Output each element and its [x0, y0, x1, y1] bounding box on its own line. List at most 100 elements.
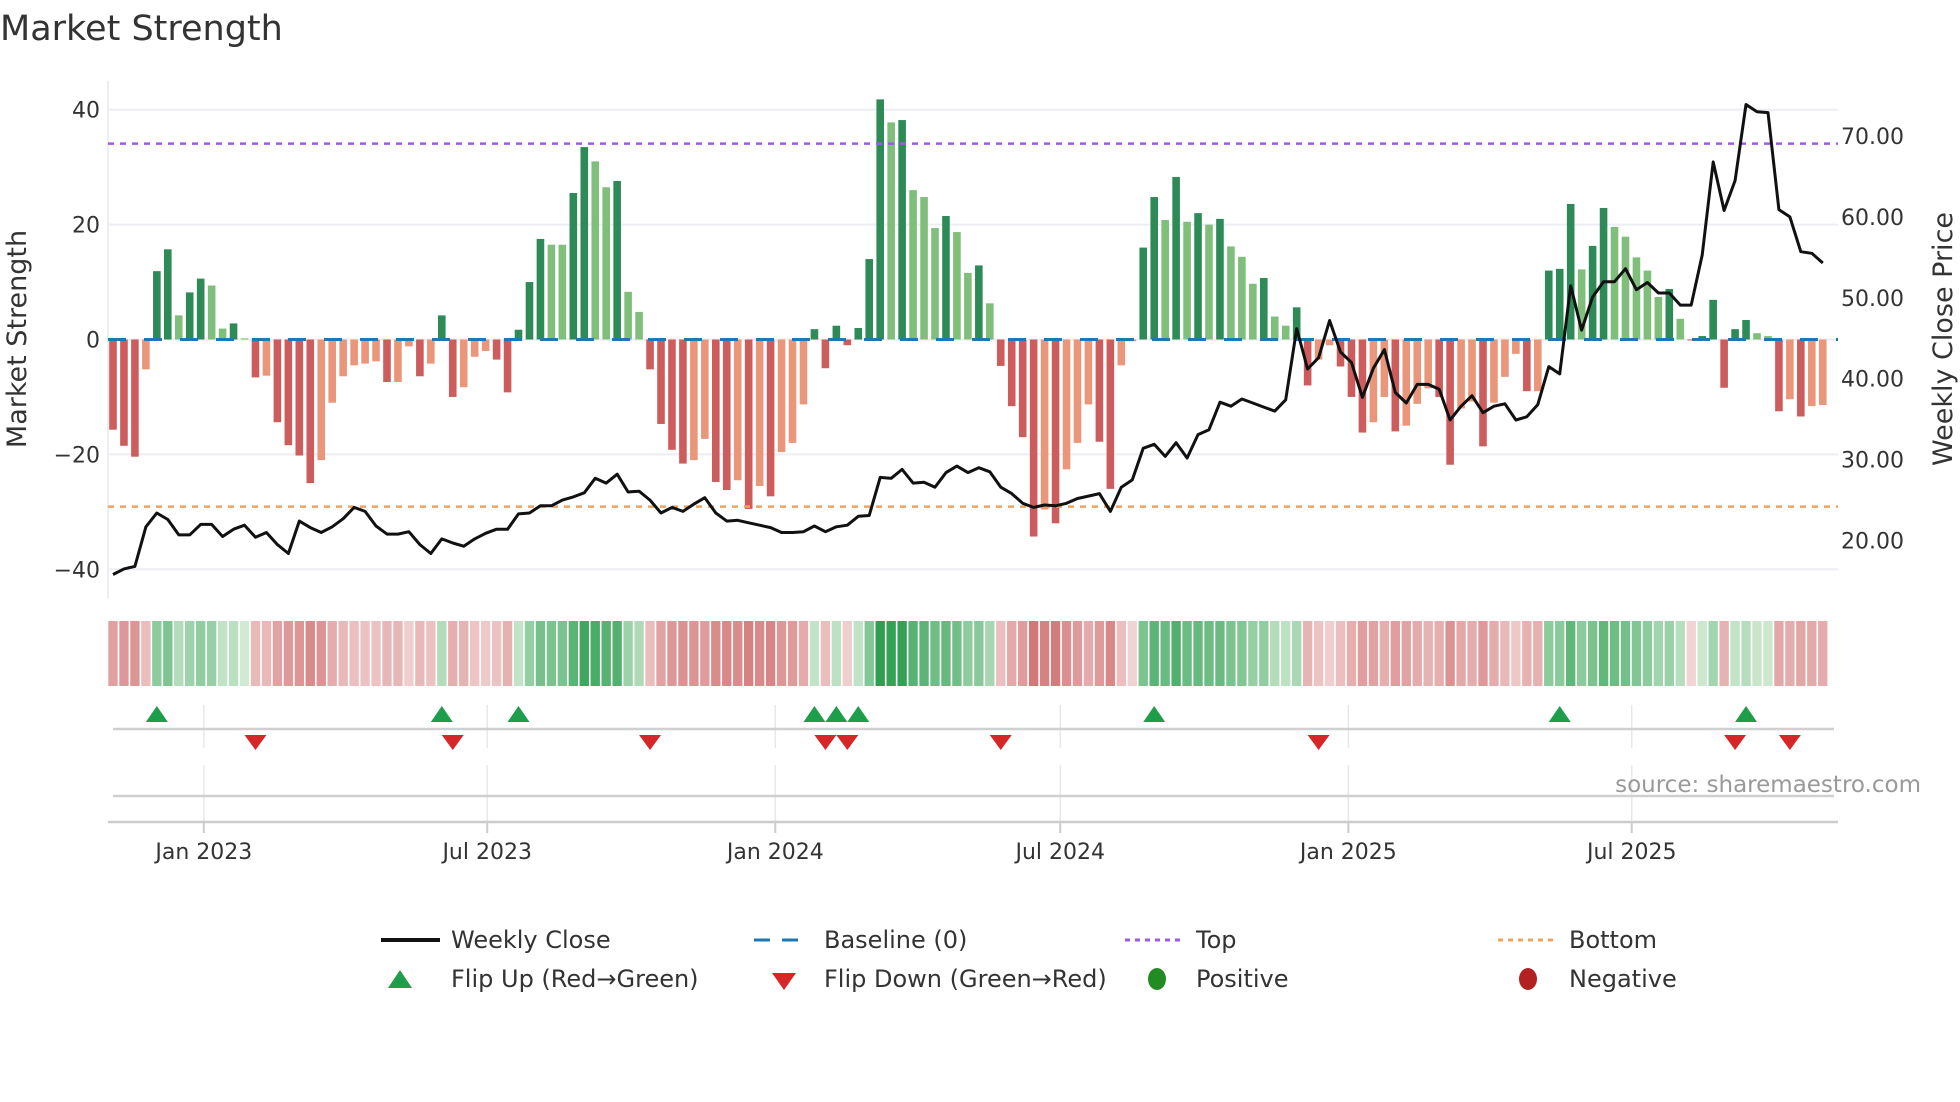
strength-bar — [1753, 333, 1761, 340]
heat-cell — [1028, 621, 1039, 686]
x-tick-label: Jan 2023 — [153, 840, 252, 865]
strength-bar — [1621, 236, 1630, 340]
heat-cell — [1642, 621, 1653, 686]
heat-cell — [382, 621, 392, 686]
flip-up-marker-icon — [1143, 706, 1166, 722]
heat-cell — [1489, 621, 1499, 686]
heat-cell — [568, 621, 578, 686]
strength-bar — [1797, 339, 1805, 417]
strength-bar — [1632, 257, 1641, 340]
strength-bar — [1808, 339, 1816, 407]
strength-bar — [1413, 339, 1422, 404]
left-axis-ticks: 40 20 0 −20 −40 — [54, 99, 100, 584]
flip-up-marker-icon — [1548, 706, 1571, 722]
heat-cell — [1171, 621, 1181, 686]
x-tick-label: Jul 2024 — [1013, 840, 1105, 865]
strength-bar — [350, 339, 358, 366]
right-tick-label: 60.00 — [1841, 206, 1904, 231]
heat-cell — [853, 621, 863, 686]
heat-cell — [1807, 621, 1817, 686]
strength-bar — [1544, 270, 1553, 340]
heat-cell — [1500, 621, 1510, 686]
heat-cell — [930, 621, 940, 686]
strength-bar — [679, 339, 687, 464]
x-tick-label: Jul 2025 — [1585, 840, 1677, 865]
strength-bar — [931, 228, 939, 340]
heat-cell — [119, 621, 129, 686]
heat-cell — [787, 621, 798, 686]
strength-bar — [668, 339, 676, 450]
heat-cell — [283, 621, 294, 686]
heat-cell — [1675, 621, 1685, 686]
heat-cell — [744, 621, 754, 686]
strength-bar — [909, 190, 917, 340]
right-tick-label: 30.00 — [1841, 449, 1904, 474]
right-tick-label: 20.00 — [1841, 530, 1904, 555]
heat-cell — [338, 621, 348, 686]
strength-bar — [1051, 339, 1060, 524]
strength-bar — [1369, 339, 1378, 423]
flip-up-marker-icon — [847, 706, 870, 722]
strength-bar — [624, 291, 632, 340]
heat-cell — [546, 621, 557, 686]
strength-bar — [810, 329, 819, 340]
heat-cell — [645, 621, 655, 686]
strength-bar — [865, 259, 874, 340]
flip-down-marker-icon — [836, 735, 859, 750]
heat-cell — [1248, 621, 1258, 686]
heat-cell — [1149, 621, 1159, 686]
left-tick-label: −40 — [54, 558, 100, 583]
heat-cell — [196, 621, 206, 686]
strength-bar — [657, 339, 665, 424]
heat-strip — [108, 621, 1828, 686]
strength-bar — [613, 180, 621, 340]
strength-bar — [1007, 339, 1016, 407]
strength-bar — [1534, 339, 1542, 392]
heat-cell — [1620, 621, 1631, 686]
legend-top-label: Top — [1195, 926, 1237, 954]
strength-bar — [394, 339, 402, 383]
strength-bar — [777, 339, 786, 453]
heat-cell — [765, 621, 776, 686]
strength-bar — [1468, 339, 1476, 402]
strength-bar — [1095, 339, 1104, 442]
heat-cell — [502, 621, 513, 686]
flip-up-marker-icon — [825, 706, 848, 722]
strength-bar — [525, 282, 534, 340]
heat-cell — [579, 621, 589, 686]
flip-down-marker-icon — [1307, 735, 1330, 750]
strength-bar — [1260, 278, 1268, 340]
strength-bar — [196, 278, 205, 340]
heat-cell — [152, 621, 162, 686]
heat-cell — [1576, 621, 1587, 686]
heat-cell — [1522, 621, 1532, 686]
legend-positive-label: Positive — [1196, 965, 1289, 993]
heat-cell — [864, 621, 874, 686]
strength-bar — [470, 339, 479, 357]
x-axis: Jan 2023 Jul 2023 Jan 2024 Jul 2024 Jan 2025… — [108, 820, 1838, 865]
strength-bar — [416, 339, 424, 377]
heat-cell — [470, 621, 480, 686]
strength-bar — [273, 339, 282, 423]
strength-bar — [1227, 246, 1235, 340]
strength-bar — [492, 339, 501, 360]
heat-cell — [141, 621, 151, 686]
heat-cell — [349, 621, 359, 686]
heat-cell — [360, 621, 370, 686]
heat-cell — [239, 621, 250, 686]
strength-bar — [558, 244, 567, 340]
heat-cell — [1423, 621, 1433, 686]
left-tick-label: 20 — [72, 214, 100, 239]
heat-cell — [130, 621, 140, 686]
heat-cell — [776, 621, 787, 686]
strength-bar — [1281, 325, 1290, 340]
strength-bar — [262, 339, 271, 376]
strength-bar — [1479, 339, 1487, 447]
heat-cell — [1116, 621, 1126, 686]
heat-cell — [1609, 621, 1620, 686]
strength-bar — [536, 238, 545, 340]
strength-bar — [1249, 283, 1257, 340]
strength-bar — [1742, 319, 1750, 340]
strength-bar — [1106, 339, 1115, 489]
strength-bar — [701, 339, 709, 439]
